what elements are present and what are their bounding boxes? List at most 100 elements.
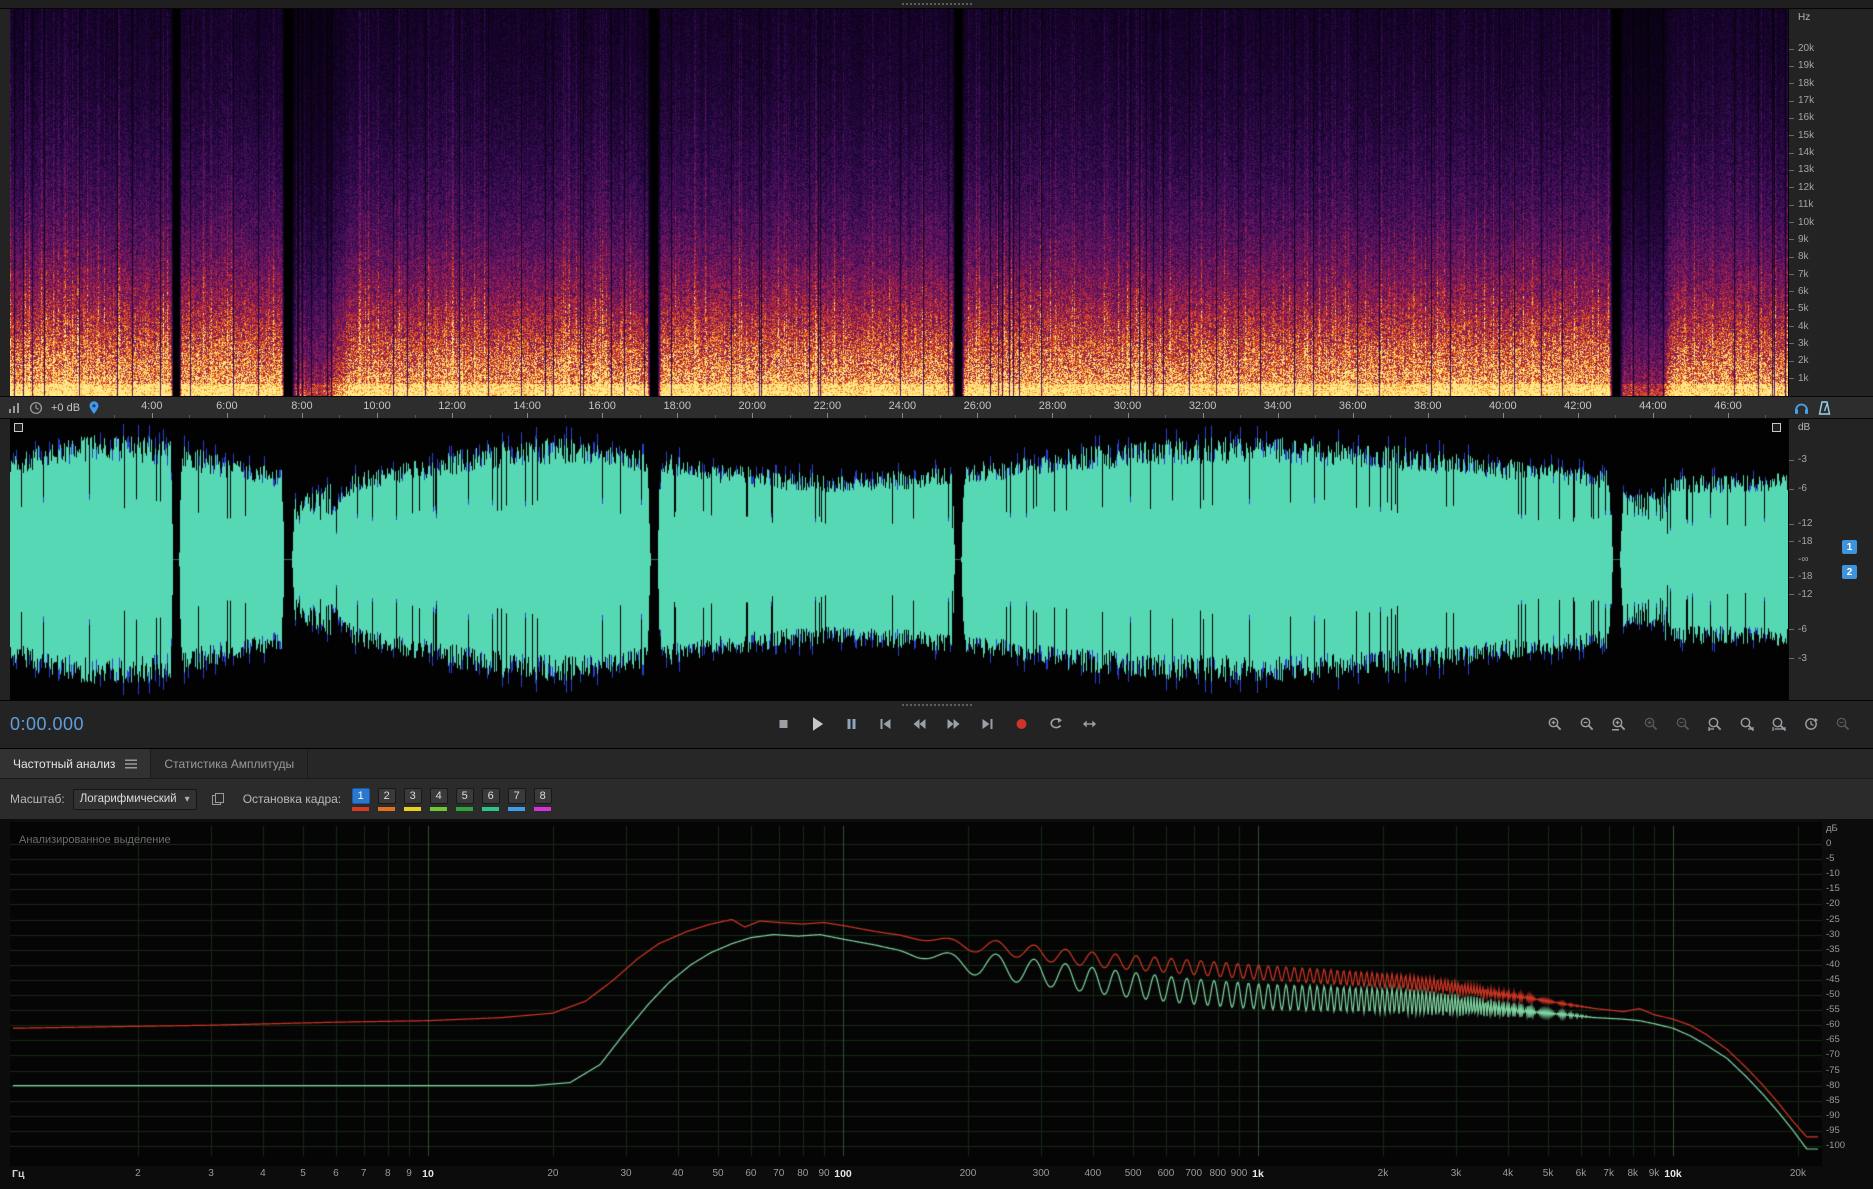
frequency-analysis-chart[interactable]	[10, 822, 1822, 1166]
ruler-tick	[1540, 415, 1541, 418]
frequency-tick-label: 17k	[1798, 95, 1815, 107]
frequency-tick	[1789, 135, 1794, 137]
frame-hold-number: 8	[533, 787, 552, 804]
frame-hold-label: Остановка кадра:	[242, 792, 342, 806]
frequency-tick-label: 1k	[1798, 372, 1809, 384]
tab-frequency-analysis[interactable]: Частотный анализ	[0, 749, 152, 778]
play-button[interactable]	[805, 711, 830, 737]
pause-button[interactable]	[839, 711, 864, 737]
frame-hold-number: 1	[351, 787, 370, 804]
ruler-tick	[865, 415, 866, 418]
panel-tabs: Частотный анализ Статистика Амплитуды	[0, 749, 1873, 779]
tab-amplitude-statistics[interactable]: Статистика Амплитуды	[151, 749, 309, 778]
zoom-in-button[interactable]	[1542, 711, 1567, 737]
frame-hold-button-2[interactable]: 2	[377, 787, 396, 811]
frequency-tick-label: 18k	[1798, 77, 1815, 89]
zoom-selection-button[interactable]	[1606, 711, 1631, 737]
ruler-tick	[152, 413, 153, 418]
scale-dropdown[interactable]: Логарифмический ▾	[72, 788, 197, 810]
chart-y-tick-label: -35	[1826, 943, 1840, 955]
frequency-tick-label: 13k	[1798, 164, 1815, 176]
frequency-tick	[1789, 169, 1794, 171]
fade-in-handle[interactable]	[14, 423, 23, 432]
zoom-out-button[interactable]	[1574, 711, 1599, 737]
frequency-tick	[1789, 239, 1794, 241]
frame-hold-button-8[interactable]: 8	[533, 787, 552, 811]
rewind-button[interactable]	[907, 711, 932, 737]
chart-y-tick-label: -85	[1826, 1094, 1840, 1106]
zoom-out-amplitude-button[interactable]	[1670, 711, 1695, 737]
waveform-display[interactable]	[10, 419, 1788, 700]
transport-grip[interactable]	[901, 704, 972, 706]
frequency-tick	[1789, 48, 1794, 50]
frame-hold-button-7[interactable]: 7	[507, 787, 526, 811]
chart-x-tick-label: 4k	[1502, 1168, 1514, 1179]
playhead-time-display[interactable]: 0:00.000	[10, 714, 84, 735]
channel-1-badge[interactable]: 1	[1842, 540, 1857, 554]
ruler-tick	[940, 415, 941, 418]
copy-data-icon[interactable]	[211, 792, 225, 806]
panel-resize-grip[interactable]	[901, 3, 972, 5]
frequency-tick	[1789, 152, 1794, 154]
amplitude-unit-label: dB	[1798, 422, 1811, 433]
zoom-selection-left-button[interactable]	[1702, 711, 1727, 737]
chart-x-tick-label: 50	[712, 1168, 724, 1179]
panel-top-strip	[0, 0, 1873, 9]
ruler-tick	[977, 413, 978, 418]
frequency-tick-label: 5k	[1798, 303, 1809, 315]
gain-readout[interactable]: +0 dB	[51, 402, 80, 414]
ruler-tick	[602, 413, 603, 418]
clock-icon[interactable]	[29, 401, 43, 415]
amplitude-tick	[1789, 523, 1794, 525]
ruler-time-label: 46:00	[1714, 400, 1742, 412]
chart-x-tick-label: 7	[360, 1168, 367, 1179]
level-meter-icon[interactable]	[8, 401, 21, 414]
transport-buttons	[771, 711, 1102, 737]
timeline-ticks: 4:00 6:00 8:00 10:00 12:00 14:00 16:00 18:00 20:…	[10, 397, 1788, 418]
chart-x-tick-label: 4	[260, 1168, 266, 1179]
zoom-toolbar	[1542, 711, 1855, 737]
record-button[interactable]	[1009, 711, 1034, 737]
zoom-reset-button[interactable]	[1798, 711, 1823, 737]
monitor-headphones-icon[interactable]	[1794, 401, 1809, 415]
scale-label: Масштаб:	[10, 792, 65, 806]
spectrogram-display[interactable]	[10, 9, 1788, 396]
audition-editor-window: Hz 20k 19k 18k 17k 16k 15k 14k 13k 12k 11k 10k 9k 8k…	[0, 0, 1873, 1189]
frame-hold-button-4[interactable]: 4	[429, 787, 448, 811]
pin-icon[interactable]	[88, 400, 100, 415]
channel-2-badge[interactable]: 2	[1842, 565, 1857, 579]
stop-button[interactable]	[771, 711, 796, 737]
skip-to-end-button[interactable]	[975, 711, 1000, 737]
frequency-tick	[1789, 256, 1794, 258]
chart-y-tick-label: -65	[1826, 1034, 1840, 1046]
zoom-in-amplitude-button[interactable]	[1638, 711, 1663, 737]
loop-playback-button[interactable]	[1043, 711, 1068, 737]
chart-x-tick-label: 80	[797, 1168, 809, 1179]
timeline-ruler[interactable]: 4:00 6:00 8:00 10:00 12:00 14:00 16:00 18:00 20:…	[0, 396, 1873, 419]
chart-x-tick-label: 2	[135, 1168, 141, 1179]
skip-to-start-button[interactable]	[873, 711, 898, 737]
frame-hold-number: 3	[403, 787, 422, 804]
frame-hold-button-1[interactable]: 1	[351, 787, 370, 811]
chart-x-tick-label: 900	[1230, 1168, 1248, 1179]
zoom-selection-right-button[interactable]	[1734, 711, 1759, 737]
chart-y-tick-label: -20	[1826, 898, 1840, 910]
ruler-time-label: 8:00	[291, 400, 313, 412]
frame-hold-button-6[interactable]: 6	[481, 787, 500, 811]
skip-selection-button[interactable]	[1077, 711, 1102, 737]
chart-x-unit-label: Гц	[12, 1168, 25, 1180]
amplitude-tick	[1789, 576, 1794, 578]
ruler-tick	[527, 413, 528, 418]
amplitude-tick	[1789, 459, 1794, 461]
panel-menu-icon[interactable]	[125, 758, 138, 769]
chart-y-tick-label: -95	[1826, 1124, 1840, 1136]
frame-hold-button-3[interactable]: 3	[403, 787, 422, 811]
ruler-tick	[827, 413, 828, 418]
zoom-full-selection-button[interactable]	[1766, 711, 1791, 737]
frame-hold-button-5[interactable]: 5	[455, 787, 474, 811]
zoom-out-full-button[interactable]	[1830, 711, 1855, 737]
ruler-tick	[264, 415, 265, 418]
fade-out-handle[interactable]	[1772, 423, 1781, 432]
fast-forward-button[interactable]	[941, 711, 966, 737]
metronome-icon[interactable]	[1818, 400, 1831, 415]
